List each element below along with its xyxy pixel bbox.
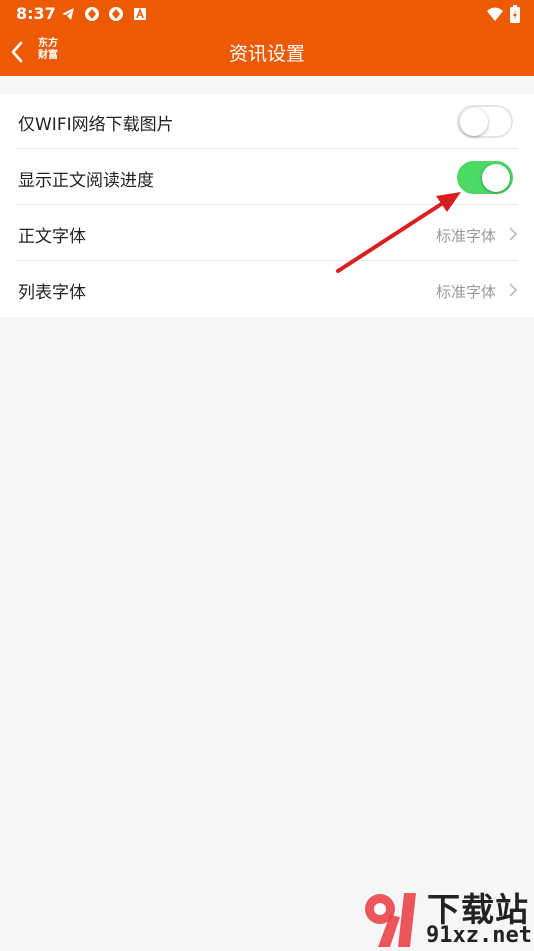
toggle-knob bbox=[482, 164, 510, 192]
app-icon bbox=[84, 6, 100, 22]
setting-row-list-font[interactable]: 列表字体 标准字体 bbox=[0, 262, 534, 317]
divider bbox=[16, 260, 518, 261]
reading-progress-toggle[interactable] bbox=[457, 161, 513, 194]
setting-value: 标准字体 bbox=[435, 283, 496, 301]
status-time: 8:37 bbox=[16, 4, 56, 23]
divider bbox=[16, 204, 518, 205]
setting-label: 仅WIFI网络下载图片 bbox=[18, 115, 174, 135]
status-bar: 8:37 bbox=[0, 0, 534, 27]
divider bbox=[16, 148, 518, 149]
status-notification-icons bbox=[60, 6, 148, 22]
chevron-right-icon bbox=[509, 227, 518, 241]
page-title: 资讯设置 bbox=[228, 43, 305, 65]
setting-label: 列表字体 bbox=[18, 283, 86, 303]
a-icon bbox=[132, 6, 148, 22]
app-icon bbox=[108, 6, 124, 22]
setting-row-wifi-images[interactable]: 仅WIFI网络下载图片 bbox=[0, 94, 534, 149]
status-right-icons bbox=[486, 5, 520, 27]
settings-list: 仅WIFI网络下载图片 显示正文阅读进度 正文字体 标准字体 列表字体 标准字体 bbox=[0, 94, 534, 317]
telegram-icon bbox=[60, 6, 76, 22]
setting-label: 正文字体 bbox=[18, 227, 86, 247]
setting-row-reading-progress[interactable]: 显示正文阅读进度 bbox=[0, 150, 534, 205]
setting-label: 显示正文阅读进度 bbox=[18, 171, 154, 191]
watermark-bottom-text: 91xz.net bbox=[426, 923, 532, 948]
wifi-images-toggle[interactable] bbox=[457, 105, 513, 138]
wifi-icon bbox=[486, 6, 504, 26]
chevron-right-icon bbox=[509, 283, 518, 297]
watermark-logo: 下载站 91xz.net bbox=[360, 883, 534, 950]
watermark-91-icon bbox=[365, 893, 416, 947]
battery-icon bbox=[510, 5, 520, 27]
nav-bar: 东方 财富 资讯设置 bbox=[0, 27, 534, 76]
toggle-knob bbox=[460, 108, 488, 136]
setting-value: 标准字体 bbox=[435, 227, 496, 245]
setting-row-body-font[interactable]: 正文字体 标准字体 bbox=[0, 206, 534, 261]
